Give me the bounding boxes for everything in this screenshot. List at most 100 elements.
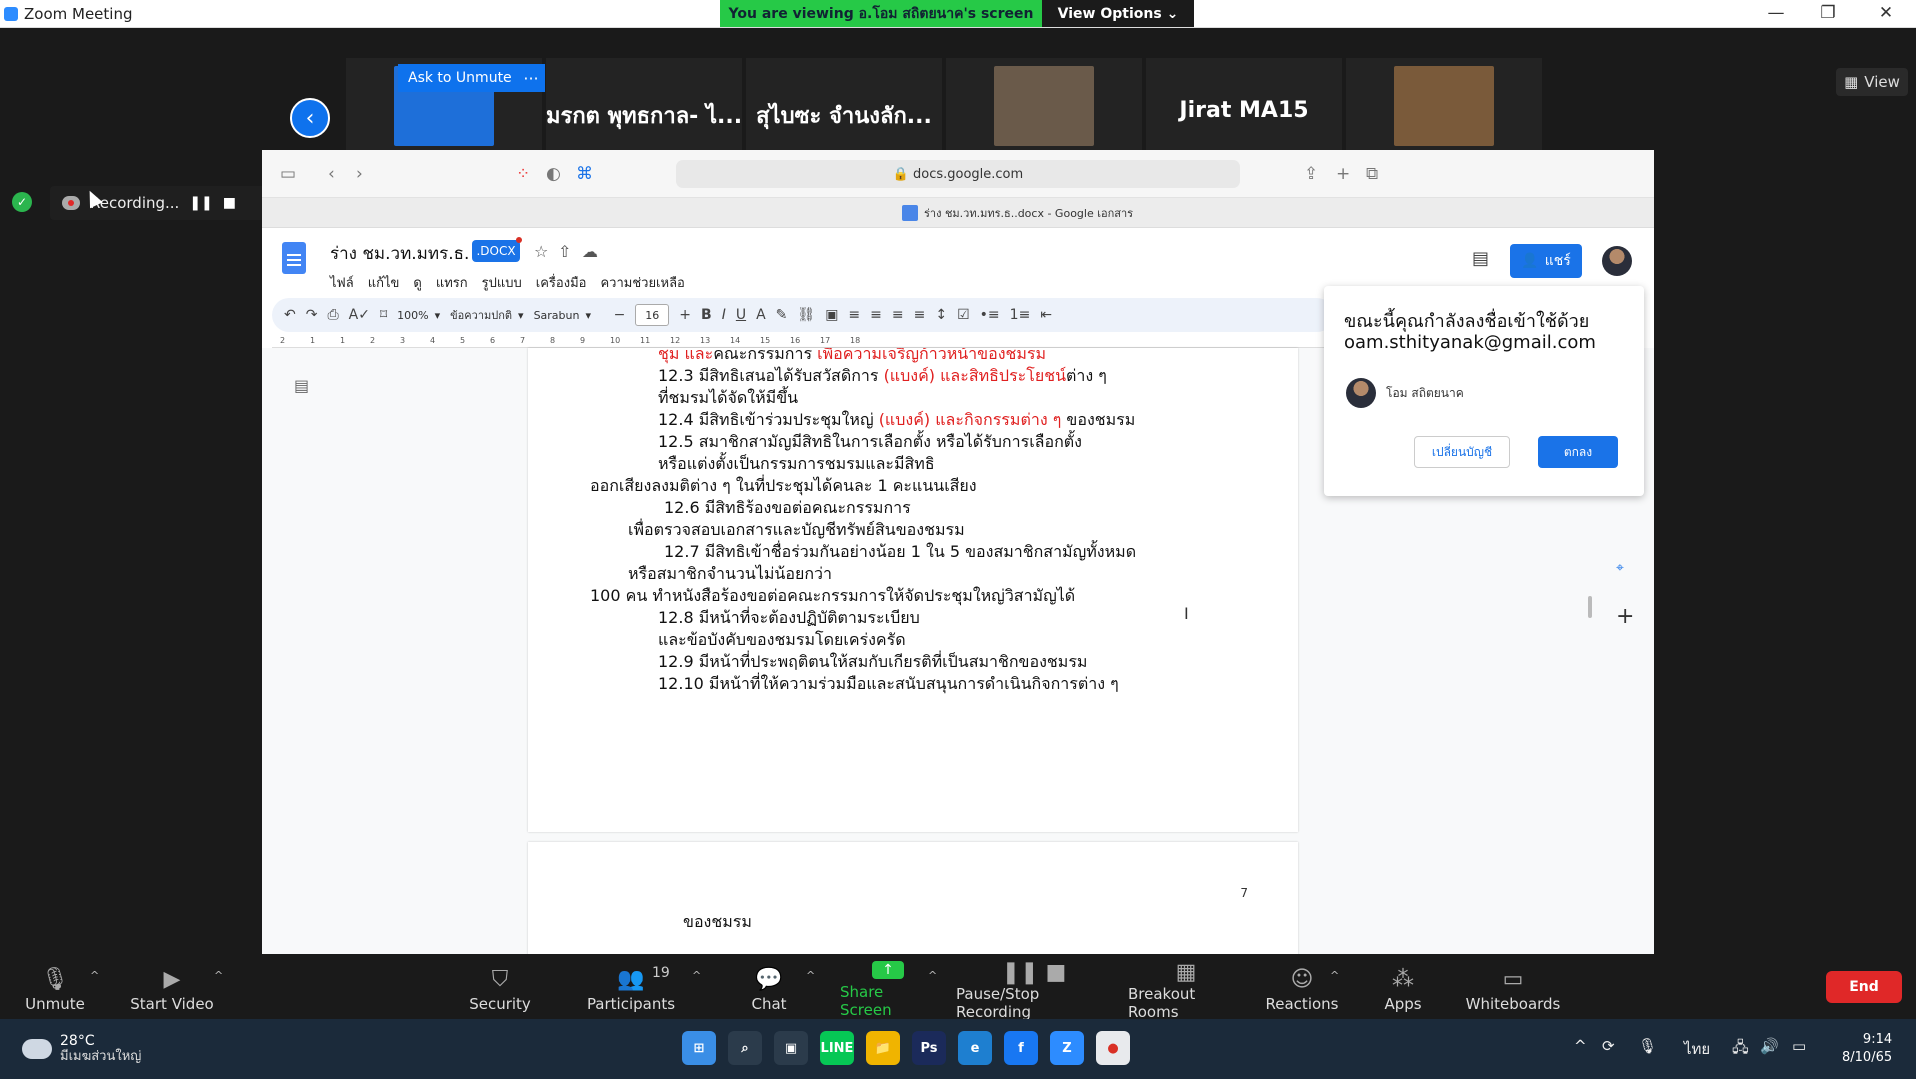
add-side-panel-icon[interactable]: + xyxy=(1616,604,1634,629)
view-options-button[interactable]: View Options ⌄ xyxy=(1042,0,1194,27)
font-size-input[interactable]: 16 xyxy=(635,304,670,326)
share-caret-icon[interactable]: ^ xyxy=(928,969,937,982)
volume-icon[interactable]: 🔊 xyxy=(1760,1037,1779,1055)
checklist-icon[interactable]: ☑ xyxy=(957,307,970,323)
unmute-button[interactable]: 🎙 Unmute xyxy=(22,961,88,1019)
align-center-icon[interactable]: ≡ xyxy=(870,307,882,323)
back-icon[interactable]: ‹ xyxy=(328,164,335,184)
zoom-app-icon[interactable]: Z xyxy=(1050,1031,1084,1065)
account-avatar[interactable] xyxy=(1602,246,1632,276)
extension-icon[interactable]: ⌘ xyxy=(576,164,593,184)
star-icon[interactable]: ☆ xyxy=(534,242,548,261)
docs-menu-item[interactable]: แก้ไข xyxy=(368,272,400,293)
bullet-list-icon[interactable]: •≡ xyxy=(980,307,1000,323)
move-icon[interactable]: ⇧ xyxy=(558,242,571,261)
link-icon[interactable]: ⛓ xyxy=(797,307,815,323)
participant-more-button[interactable]: ··· xyxy=(517,64,545,92)
security-button[interactable]: ⛉ Security xyxy=(469,961,531,1019)
search-icon[interactable]: ⌕ xyxy=(728,1031,762,1065)
spellcheck-icon[interactable]: A✓ xyxy=(349,307,370,323)
docs-menu-item[interactable]: ความช่วยเหลือ xyxy=(600,272,684,293)
view-button[interactable]: ▦ View xyxy=(1836,68,1908,96)
print-icon[interactable]: ⎙ xyxy=(327,307,338,323)
align-left-icon[interactable]: ≡ xyxy=(848,307,860,323)
pause-stop-recording-button[interactable]: ❚❚ ■ Pause/Stop Recording xyxy=(956,960,1112,1021)
font-select[interactable]: Sarabun ▾ xyxy=(534,309,604,322)
battery-icon[interactable]: ▭ xyxy=(1792,1037,1806,1055)
chrome-icon[interactable]: ● xyxy=(1096,1031,1130,1065)
sync-icon[interactable]: ⟳ xyxy=(1602,1037,1615,1055)
undo-icon[interactable]: ↶ xyxy=(284,307,296,323)
privacy-shield-icon[interactable]: ◐ xyxy=(546,164,561,184)
ask-to-unmute-button[interactable]: Ask to Unmute xyxy=(398,64,522,92)
start-video-button[interactable]: ▶ Start Video xyxy=(130,961,214,1019)
justify-icon[interactable]: ≡ xyxy=(914,307,926,323)
comment-history-icon[interactable]: ▤ xyxy=(1472,248,1489,269)
tab-overview-icon[interactable]: ⧉ xyxy=(1366,164,1378,184)
google-docs-logo-icon[interactable] xyxy=(282,242,306,274)
scrollbar-thumb[interactable] xyxy=(1588,596,1592,618)
microphone-icon[interactable]: 🎙 xyxy=(1638,1037,1657,1055)
start-icon[interactable]: ⊞ xyxy=(682,1031,716,1065)
photoshop-icon[interactable]: Ps xyxy=(912,1031,946,1065)
audio-options-caret-icon[interactable]: ^ xyxy=(90,969,99,982)
bold-icon[interactable]: B xyxy=(701,307,712,323)
document-next-page[interactable]: 7 ของชมรม xyxy=(528,842,1298,954)
docs-menu-item[interactable]: แทรก xyxy=(436,272,468,293)
apps-button[interactable]: ⁂ Apps xyxy=(1382,961,1424,1019)
task-view-icon[interactable]: ▣ xyxy=(774,1031,808,1065)
input-language[interactable]: ไทย xyxy=(1684,1037,1710,1061)
whiteboards-button[interactable]: ▭ Whiteboards xyxy=(1466,961,1561,1019)
switch-account-button[interactable]: เปลี่ยนบัญชี xyxy=(1414,436,1510,468)
line-spacing-icon[interactable]: ↕ xyxy=(935,307,947,323)
reactions-caret-icon[interactable]: ^ xyxy=(1330,969,1339,982)
upload-share-icon[interactable]: ⇪ xyxy=(1304,164,1318,184)
docs-menu-item[interactable]: รูปแบบ xyxy=(482,272,522,293)
video-options-caret-icon[interactable]: ^ xyxy=(214,969,223,982)
end-meeting-button[interactable]: End xyxy=(1826,971,1902,1003)
decrease-font-icon[interactable]: − xyxy=(614,307,626,323)
reactions-button[interactable]: ☺ Reactions xyxy=(1266,961,1339,1019)
increase-font-icon[interactable]: + xyxy=(679,307,691,323)
close-window-button[interactable]: ✕ xyxy=(1866,3,1906,23)
minimize-button[interactable]: — xyxy=(1756,3,1796,23)
text-color-icon[interactable]: A xyxy=(756,307,766,323)
ok-button[interactable]: ตกลง xyxy=(1538,436,1618,468)
line-app-icon[interactable]: LINE xyxy=(820,1031,854,1065)
share-button[interactable]: 👤 แชร์ xyxy=(1510,244,1582,278)
chat-caret-icon[interactable]: ^ xyxy=(806,969,815,982)
participants-caret-icon[interactable]: ^ xyxy=(692,969,701,982)
maps-side-icon[interactable]: ⌖ xyxy=(1616,560,1624,576)
insert-comment-icon[interactable]: ▣ xyxy=(825,307,838,323)
document-title[interactable]: ร่าง ชม.วท.มทร.ธ. xyxy=(330,240,469,267)
cloud-status-icon[interactable]: ☁ xyxy=(582,242,598,261)
breakout-rooms-button[interactable]: ▦ Breakout Rooms xyxy=(1128,960,1244,1021)
align-right-icon[interactable]: ≡ xyxy=(892,307,904,323)
share-screen-button[interactable]: ↑ Share Screen xyxy=(840,961,936,1019)
redo-icon[interactable]: ↷ xyxy=(306,307,318,323)
address-bar[interactable]: 🔒 docs.google.com xyxy=(676,160,1240,188)
edge-icon[interactable]: e xyxy=(958,1031,992,1065)
chat-button[interactable]: 💬 Chat xyxy=(746,961,792,1019)
document-page[interactable]: ชุม และคณะกรรมการ เพื่อความเจริญก้าวหน้า… xyxy=(528,348,1298,832)
numbered-list-icon[interactable]: 1≡ xyxy=(1010,307,1031,323)
indent-icon[interactable]: ⇤ xyxy=(1040,307,1052,323)
underline-icon[interactable]: U xyxy=(736,307,746,323)
zoom-select[interactable]: 100% ▾ xyxy=(397,309,440,322)
file-explorer-icon[interactable]: 📁 xyxy=(866,1031,900,1065)
docs-menu-item[interactable]: ดู xyxy=(413,272,421,293)
pause-recording-button[interactable]: ❚❚ xyxy=(189,195,212,211)
italic-icon[interactable]: I xyxy=(722,307,726,323)
facebook-icon[interactable]: f xyxy=(1004,1031,1038,1065)
highlight-icon[interactable]: ✎ xyxy=(776,307,788,323)
network-icon[interactable]: 🖧 xyxy=(1732,1037,1749,1062)
tray-expand-icon[interactable]: ^ xyxy=(1574,1037,1587,1055)
forward-icon[interactable]: › xyxy=(356,164,363,184)
restore-button[interactable]: ❐ xyxy=(1808,3,1848,23)
active-tab[interactable]: ร่าง ชม.วท.มทร.ธ..docx - Google เอกสาร xyxy=(902,204,1133,222)
apps-grid-icon[interactable]: ⁘ xyxy=(516,164,530,184)
style-select[interactable]: ข้อความปกติ ▾ xyxy=(450,306,523,324)
paint-format-icon[interactable]: ⌑ xyxy=(380,307,387,323)
gallery-prev-button[interactable]: ‹ xyxy=(290,98,330,138)
stop-recording-button[interactable]: ■ xyxy=(219,195,239,211)
